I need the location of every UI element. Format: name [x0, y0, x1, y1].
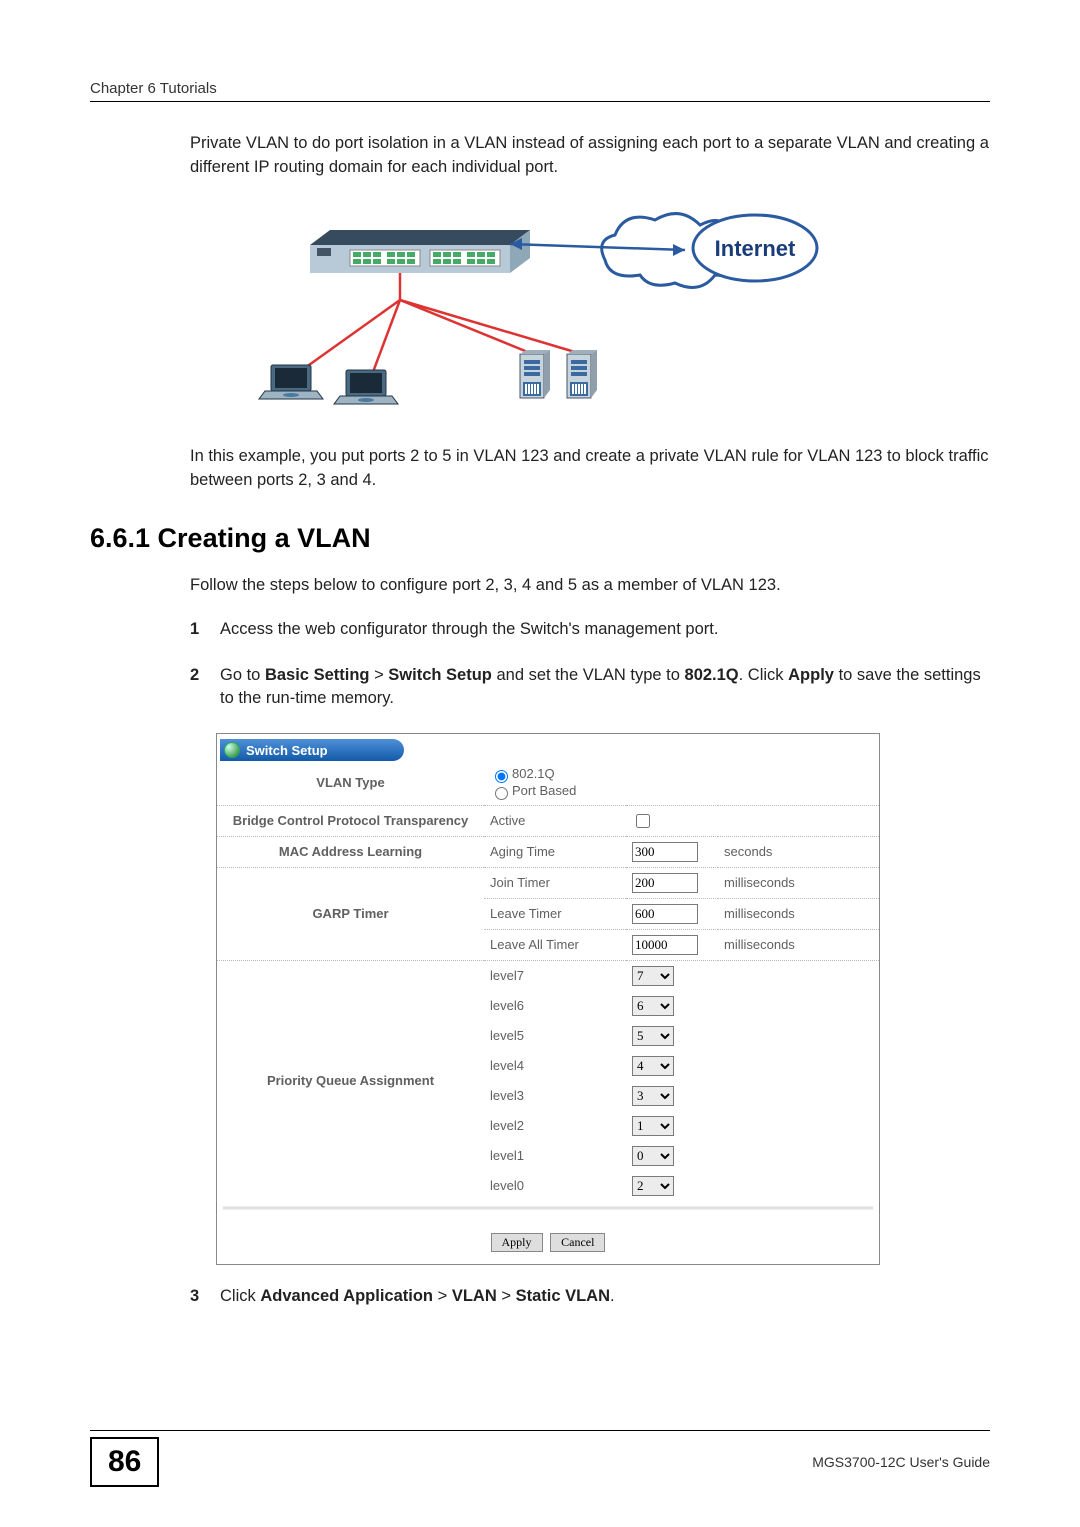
level6-select[interactable]: 6	[632, 996, 674, 1016]
level3-label: level3	[484, 1081, 626, 1111]
level0-select[interactable]: 2	[632, 1176, 674, 1196]
step-text: Access the web configurator through the …	[220, 620, 718, 638]
level0-label: level0	[484, 1171, 626, 1201]
page-number: 86	[90, 1437, 159, 1487]
level4-label: level4	[484, 1051, 626, 1081]
step-3: 3 Click Advanced Application > VLAN > St…	[190, 1285, 990, 1309]
title-dot-icon	[224, 742, 240, 758]
level4-select[interactable]: 4	[632, 1056, 674, 1076]
bridge-active-col: Active	[484, 805, 626, 836]
aging-time-col: Aging Time	[484, 836, 626, 867]
level1-select[interactable]: 0	[632, 1146, 674, 1166]
level6-label: level6	[484, 991, 626, 1021]
garp-timer-label: GARP Timer	[217, 867, 484, 960]
separator	[223, 1206, 873, 1210]
footer: 86 MGS3700-12C User's Guide	[0, 1430, 1080, 1487]
step-num: 2	[190, 664, 199, 688]
example-paragraph: In this example, you put ports 2 to 5 in…	[190, 445, 990, 493]
level7-select[interactable]: 7	[632, 966, 674, 986]
vlan-type-portbased-option[interactable]: Port Based	[490, 783, 576, 798]
level1-label: level1	[484, 1141, 626, 1171]
join-timer-col: Join Timer	[484, 867, 626, 898]
step-num: 1	[190, 618, 199, 642]
leaveall-timer-unit: milliseconds	[718, 929, 879, 960]
level3-select[interactable]: 3	[632, 1086, 674, 1106]
leaveall-timer-input[interactable]	[632, 935, 698, 955]
leave-timer-col: Leave Timer	[484, 898, 626, 929]
join-timer-input[interactable]	[632, 873, 698, 893]
bridge-label: Bridge Control Protocol Transparency	[217, 805, 484, 836]
step-text: Click Advanced Application > VLAN > Stat…	[220, 1287, 615, 1305]
level5-select[interactable]: 5	[632, 1026, 674, 1046]
vlan-type-label: VLAN Type	[217, 761, 484, 805]
bridge-active-checkbox[interactable]	[636, 814, 650, 828]
footer-guide-title: MGS3700-12C User's Guide	[812, 1454, 990, 1470]
aging-time-input[interactable]	[632, 842, 698, 862]
apply-button[interactable]: Apply	[491, 1233, 543, 1252]
mac-learning-label: MAC Address Learning	[217, 836, 484, 867]
vlan-type-portbased-radio[interactable]	[495, 787, 508, 800]
vlan-type-8021q-radio[interactable]	[495, 770, 508, 783]
leaveall-timer-col: Leave All Timer	[484, 929, 626, 960]
switch-setup-title: Switch Setup	[220, 739, 404, 761]
follow-paragraph: Follow the steps below to configure port…	[190, 574, 990, 598]
vlan-type-8021q-option[interactable]: 802.1Q	[490, 766, 555, 781]
level2-select[interactable]: 1	[632, 1116, 674, 1136]
step-num: 3	[190, 1285, 199, 1309]
step-2: 2 Go to Basic Setting > Switch Setup and…	[190, 664, 990, 712]
level7-label: level7	[484, 960, 626, 991]
cancel-button[interactable]: Cancel	[550, 1233, 605, 1252]
switch-setup-panel: Switch Setup VLAN Type 802.1Q Port Based…	[216, 733, 880, 1264]
network-diagram: Internet	[255, 200, 825, 415]
level5-label: level5	[484, 1021, 626, 1051]
intro-paragraph: Private VLAN to do port isolation in a V…	[190, 132, 990, 180]
step-1: 1 Access the web configurator through th…	[190, 618, 990, 642]
step-text: Go to Basic Setting > Switch Setup and s…	[220, 666, 981, 708]
internet-label: Internet	[715, 236, 796, 261]
leave-timer-unit: milliseconds	[718, 898, 879, 929]
level2-label: level2	[484, 1111, 626, 1141]
aging-time-unit: seconds	[718, 836, 879, 867]
leave-timer-input[interactable]	[632, 904, 698, 924]
section-heading: 6.6.1 Creating a VLAN	[90, 523, 990, 554]
chapter-header: Chapter 6 Tutorials	[90, 80, 990, 102]
priority-queue-label: Priority Queue Assignment	[217, 960, 484, 1201]
join-timer-unit: milliseconds	[718, 867, 879, 898]
